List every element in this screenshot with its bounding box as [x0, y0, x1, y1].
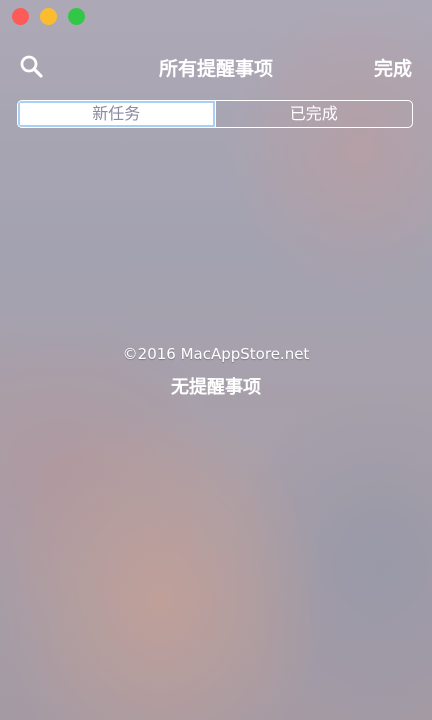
page-title: 所有提醒事项 [158, 58, 273, 80]
window-controls [12, 8, 85, 25]
zoom-window-button[interactable] [68, 8, 85, 25]
segment-completed[interactable]: 已完成 [214, 101, 413, 127]
segment-new-tasks[interactable]: 新任务 [18, 101, 215, 127]
reminders-window: 所有提醒事项 完成 新任务 已完成 ©2016 MacAppStore.net … [0, 0, 432, 720]
close-window-button[interactable] [12, 8, 29, 25]
minimize-window-button[interactable] [40, 8, 57, 25]
done-button[interactable]: 完成 [374, 54, 412, 81]
task-filter-segmented-control: 新任务 已完成 [17, 100, 413, 128]
search-button[interactable] [19, 54, 45, 80]
search-icon [20, 55, 43, 78]
empty-state: ©2016 MacAppStore.net 无提醒事项 [0, 345, 432, 399]
empty-state-label: 无提醒事项 [171, 377, 261, 398]
toolbar: 所有提醒事项 完成 [0, 52, 432, 82]
watermark-text: ©2016 MacAppStore.net [122, 345, 310, 363]
